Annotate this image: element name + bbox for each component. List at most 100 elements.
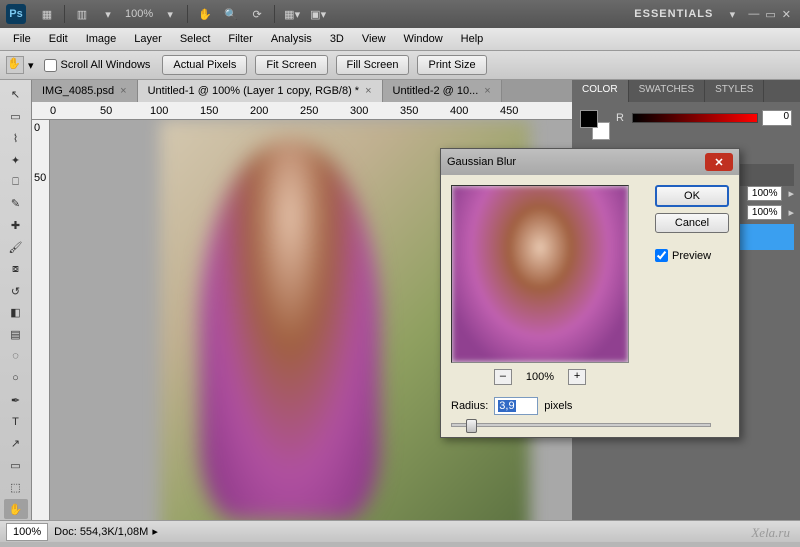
- tab-label: IMG_4085.psd: [42, 85, 114, 97]
- brush-tool[interactable]: 🖌: [4, 238, 28, 258]
- fill-value[interactable]: 100%: [747, 205, 783, 220]
- dialog-titlebar[interactable]: Gaussian Blur ✕: [441, 149, 739, 175]
- fill-screen-button[interactable]: Fill Screen: [336, 55, 410, 75]
- bridge-icon[interactable]: ▦: [36, 4, 58, 24]
- menu-layer[interactable]: Layer: [125, 30, 171, 48]
- r-value[interactable]: 0: [762, 110, 792, 126]
- preview-label: Preview: [672, 250, 711, 262]
- workspace-switcher[interactable]: ESSENTIALS: [634, 8, 713, 20]
- menu-select[interactable]: Select: [171, 30, 220, 48]
- rotate-icon[interactable]: ⟳: [246, 4, 268, 24]
- dropdown-icon[interactable]: ▸: [152, 525, 158, 538]
- status-zoom[interactable]: 100%: [6, 523, 48, 541]
- ruler-vertical[interactable]: 050: [32, 120, 50, 520]
- stamp-tool[interactable]: ⧇: [4, 259, 28, 279]
- r-slider[interactable]: [632, 113, 758, 123]
- menu-image[interactable]: Image: [77, 30, 126, 48]
- menu-bar: File Edit Image Layer Select Filter Anal…: [0, 28, 800, 50]
- doc-tab[interactable]: IMG_4085.psd ×: [32, 80, 138, 102]
- restore-button[interactable]: ▭: [765, 8, 775, 21]
- radius-label: Radius:: [451, 400, 488, 412]
- pen-tool[interactable]: ✒: [4, 390, 28, 410]
- menu-analysis[interactable]: Analysis: [262, 30, 321, 48]
- marquee-tool[interactable]: ▭: [4, 107, 28, 127]
- minimize-button[interactable]: —: [748, 8, 759, 20]
- menu-file[interactable]: File: [4, 30, 40, 48]
- dodge-tool[interactable]: ○: [4, 368, 28, 388]
- preview-image: [452, 186, 628, 362]
- dropdown-icon[interactable]: ▾: [28, 59, 34, 72]
- view-extras-icon[interactable]: ▥: [71, 4, 93, 24]
- zoom-in-button[interactable]: +: [568, 369, 586, 385]
- zoom-level[interactable]: 100%: [125, 8, 153, 20]
- hand-tool[interactable]: ✋: [4, 499, 28, 519]
- watermark: Xela.ru: [751, 525, 790, 541]
- panel-tab-color[interactable]: COLOR: [572, 80, 629, 102]
- blur-tool[interactable]: ◌: [4, 347, 28, 367]
- slider-thumb[interactable]: [466, 419, 477, 433]
- fit-screen-button[interactable]: Fit Screen: [255, 55, 327, 75]
- radius-slider[interactable]: [451, 423, 711, 427]
- radius-unit: pixels: [544, 400, 572, 412]
- hand-icon[interactable]: ✋: [194, 4, 216, 24]
- doc-tab[interactable]: Untitled-1 @ 100% (Layer 1 copy, RGB/8) …: [138, 80, 383, 102]
- app-logo: Ps: [6, 4, 26, 24]
- preview-checkbox[interactable]: [655, 249, 668, 262]
- wand-tool[interactable]: ✦: [4, 150, 28, 170]
- 3d-tool[interactable]: ⬚: [4, 477, 28, 497]
- eraser-tool[interactable]: ◧: [4, 303, 28, 323]
- arrange-icon[interactable]: ▦▾: [281, 4, 303, 24]
- menu-window[interactable]: Window: [395, 30, 452, 48]
- cancel-button[interactable]: Cancel: [655, 213, 729, 233]
- dropdown-icon[interactable]: ▾: [97, 4, 119, 24]
- menu-filter[interactable]: Filter: [219, 30, 261, 48]
- menu-view[interactable]: View: [353, 30, 395, 48]
- panel-tab-swatches[interactable]: SWATCHES: [629, 80, 706, 102]
- options-bar: ✋ ▾ Scroll All Windows Actual Pixels Fit…: [0, 50, 800, 80]
- opacity-value[interactable]: 100%: [747, 186, 783, 201]
- path-tool[interactable]: ↗: [4, 434, 28, 454]
- foreground-swatch[interactable]: [580, 110, 598, 128]
- heal-tool[interactable]: ✚: [4, 216, 28, 236]
- preview-checkbox-row[interactable]: Preview: [655, 249, 729, 262]
- crop-tool[interactable]: ⎕: [4, 172, 28, 192]
- close-icon[interactable]: ×: [120, 85, 126, 97]
- close-button[interactable]: ✕: [782, 8, 791, 21]
- dropdown-icon[interactable]: ▾: [721, 4, 743, 24]
- dropdown-icon[interactable]: ▸: [788, 206, 794, 219]
- radius-input[interactable]: 3,9: [494, 397, 538, 415]
- panel-tab-styles[interactable]: STYLES: [705, 80, 764, 102]
- menu-edit[interactable]: Edit: [40, 30, 77, 48]
- zoom-icon[interactable]: 🔍: [220, 4, 242, 24]
- print-size-button[interactable]: Print Size: [417, 55, 486, 75]
- eyedropper-tool[interactable]: ✎: [4, 194, 28, 214]
- dropdown-icon[interactable]: ▸: [788, 187, 794, 200]
- type-tool[interactable]: T: [4, 412, 28, 432]
- current-tool-icon[interactable]: ✋: [6, 56, 24, 74]
- preview-zoom: 100%: [526, 371, 554, 383]
- dialog-title: Gaussian Blur: [447, 156, 705, 168]
- doc-tab[interactable]: Untitled-2 @ 10... ×: [383, 80, 502, 102]
- lasso-tool[interactable]: ⌇: [4, 129, 28, 149]
- close-icon[interactable]: ×: [365, 85, 371, 97]
- history-brush-tool[interactable]: ↺: [4, 281, 28, 301]
- app-titlebar: Ps ▦ ▥ ▾ 100% ▾ ✋ 🔍 ⟳ ▦▾ ▣▾ ESSENTIALS ▾…: [0, 0, 800, 28]
- dropdown-icon[interactable]: ▾: [159, 4, 181, 24]
- close-icon[interactable]: ×: [484, 85, 490, 97]
- menu-3d[interactable]: 3D: [321, 30, 353, 48]
- color-panel: R0: [572, 102, 800, 148]
- ok-button[interactable]: OK: [655, 185, 729, 207]
- color-swatches[interactable]: [580, 110, 610, 140]
- tab-label: Untitled-2 @ 10...: [393, 85, 479, 97]
- gradient-tool[interactable]: ▤: [4, 325, 28, 345]
- menu-help[interactable]: Help: [452, 30, 493, 48]
- shape-tool[interactable]: ▭: [4, 456, 28, 476]
- screen-mode-icon[interactable]: ▣▾: [307, 4, 329, 24]
- zoom-out-button[interactable]: –: [494, 369, 512, 385]
- ruler-horizontal[interactable]: 050100150200250300350400450: [32, 102, 572, 120]
- scroll-all-checkbox[interactable]: [44, 59, 57, 72]
- actual-pixels-button[interactable]: Actual Pixels: [162, 55, 247, 75]
- move-tool[interactable]: ↖: [4, 85, 28, 105]
- dialog-close-button[interactable]: ✕: [705, 153, 733, 171]
- filter-preview[interactable]: [451, 185, 629, 363]
